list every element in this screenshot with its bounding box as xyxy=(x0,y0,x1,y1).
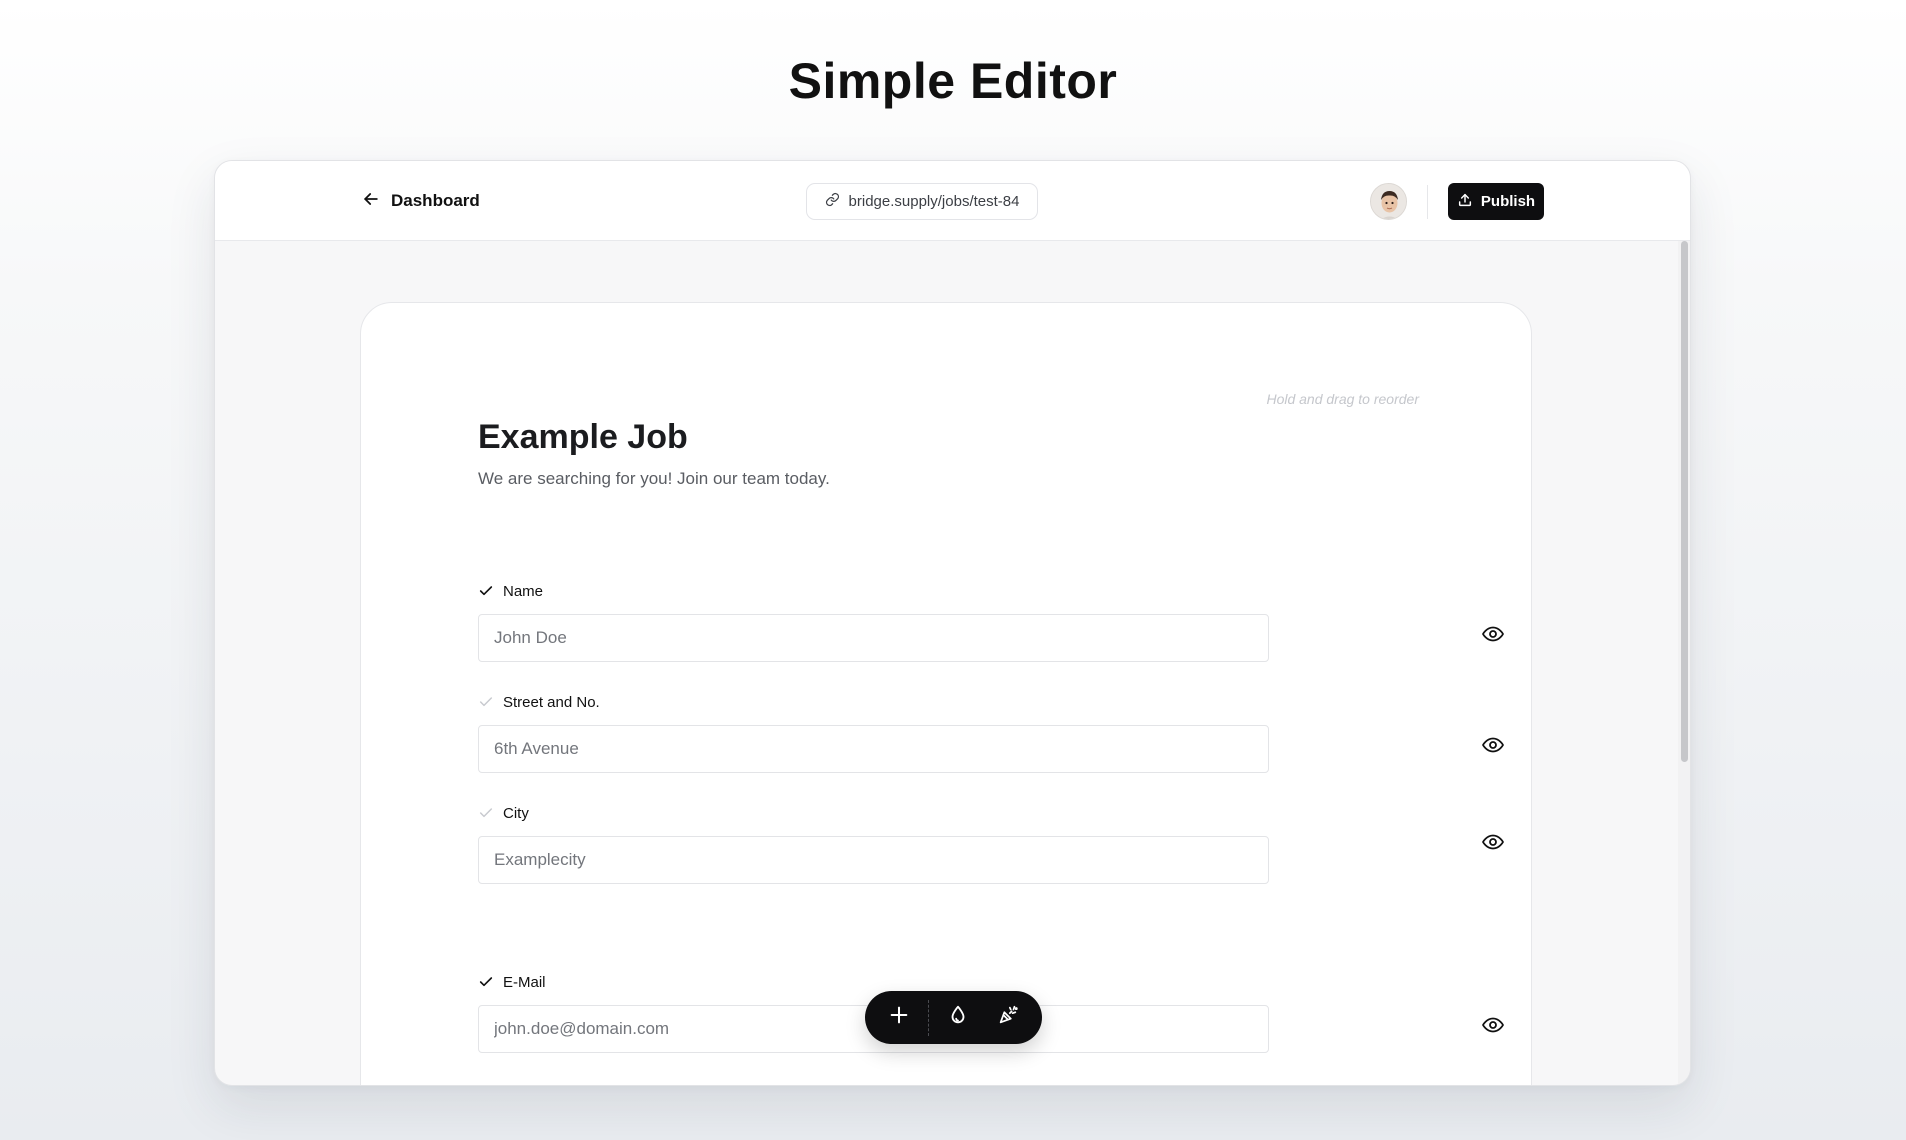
scrollbar-thumb[interactable] xyxy=(1681,241,1688,762)
back-label: Dashboard xyxy=(391,191,480,210)
droplet-icon xyxy=(947,1004,969,1031)
check-icon[interactable] xyxy=(478,974,494,990)
field-label: City xyxy=(503,804,529,822)
form-field-name[interactable]: Name xyxy=(478,581,1504,662)
editor-window: Dashboard bridge.supply/jobs/test-84 Pub… xyxy=(214,160,1691,1086)
field-label-row: Street and No. xyxy=(478,692,1478,712)
topbar-divider xyxy=(1427,185,1428,219)
form-field-street[interactable]: Street and No. xyxy=(478,692,1504,773)
publish-label: Publish xyxy=(1480,193,1536,210)
field-label-row: Name xyxy=(478,581,1478,601)
add-field-button[interactable] xyxy=(874,991,924,1044)
check-icon[interactable] xyxy=(478,805,494,821)
job-title[interactable]: Example Job xyxy=(478,418,688,457)
toolbar-separator xyxy=(928,999,929,1036)
party-popper-icon xyxy=(997,1004,1019,1031)
scrollbar[interactable] xyxy=(1678,241,1690,1085)
plus-icon xyxy=(888,1004,910,1031)
eye-icon[interactable] xyxy=(1481,733,1505,757)
drag-hint: Hold and drag to reorder xyxy=(1266,391,1419,407)
field-label-row: E-Mail xyxy=(478,972,1478,992)
topbar: Dashboard bridge.supply/jobs/test-84 Pub… xyxy=(215,161,1690,241)
eye-icon[interactable] xyxy=(1481,1013,1505,1037)
url-pill[interactable]: bridge.supply/jobs/test-84 xyxy=(806,183,1038,220)
eye-icon[interactable] xyxy=(1481,622,1505,646)
field-label: E-Mail xyxy=(503,973,546,991)
form-field-city[interactable]: City xyxy=(478,803,1504,884)
city-input[interactable] xyxy=(478,836,1269,884)
field-label-row: City xyxy=(478,803,1478,823)
street-input[interactable] xyxy=(478,725,1269,773)
avatar[interactable] xyxy=(1370,183,1407,220)
field-label: Street and No. xyxy=(503,693,600,711)
publish-button[interactable]: Publish xyxy=(1448,183,1544,220)
floating-toolbar xyxy=(865,991,1042,1044)
theme-button[interactable] xyxy=(933,991,983,1044)
celebrate-button[interactable] xyxy=(983,991,1033,1044)
check-icon[interactable] xyxy=(478,694,494,710)
back-to-dashboard-link[interactable]: Dashboard xyxy=(361,189,480,213)
upload-icon xyxy=(1457,192,1473,212)
check-icon[interactable] xyxy=(478,583,494,599)
link-icon xyxy=(825,192,840,211)
arrow-left-icon xyxy=(361,189,381,214)
field-label: Name xyxy=(503,582,544,600)
page-title: Simple Editor xyxy=(788,53,1118,109)
eye-icon[interactable] xyxy=(1481,830,1505,854)
job-description[interactable]: We are searching for you! Join our team … xyxy=(478,469,830,489)
form-card: Hold and drag to reorder Example Job We … xyxy=(360,302,1532,1085)
name-input[interactable] xyxy=(478,614,1269,662)
url-text: bridge.supply/jobs/test-84 xyxy=(848,193,1020,210)
